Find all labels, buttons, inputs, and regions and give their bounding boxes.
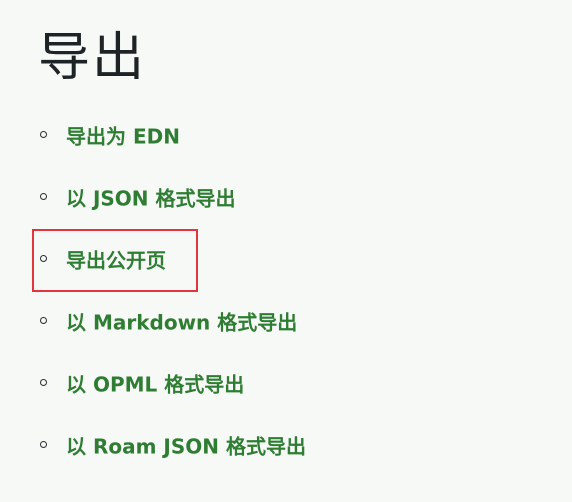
export-opml-option[interactable]: 以 OPML 格式导出 (0, 352, 572, 414)
bullet-icon (40, 193, 47, 200)
export-markdown-label[interactable]: 以 Markdown 格式导出 (66, 307, 297, 336)
export-public-pages-option[interactable]: 导出公开页 (0, 228, 572, 290)
bullet-icon (40, 317, 47, 324)
page-title: 导出 (38, 28, 147, 88)
export-opml-label[interactable]: 以 OPML 格式导出 (66, 369, 244, 398)
export-options-list: 导出为 EDN 以 JSON 格式导出 导出公开页 以 Markdown 格式导… (0, 104, 572, 476)
bullet-icon (40, 379, 47, 386)
export-markdown-option[interactable]: 以 Markdown 格式导出 (0, 290, 572, 352)
export-roam-json-option[interactable]: 以 Roam JSON 格式导出 (0, 414, 572, 476)
export-json-label[interactable]: 以 JSON 格式导出 (66, 183, 236, 212)
bullet-icon (40, 255, 47, 262)
export-roam-json-label[interactable]: 以 Roam JSON 格式导出 (66, 431, 306, 460)
bullet-icon (40, 131, 47, 138)
export-edn-label[interactable]: 导出为 EDN (66, 121, 180, 150)
export-json-option[interactable]: 以 JSON 格式导出 (0, 166, 572, 228)
bullet-icon (40, 441, 47, 448)
export-public-pages-label[interactable]: 导出公开页 (66, 245, 166, 274)
export-edn-option[interactable]: 导出为 EDN (0, 104, 572, 166)
